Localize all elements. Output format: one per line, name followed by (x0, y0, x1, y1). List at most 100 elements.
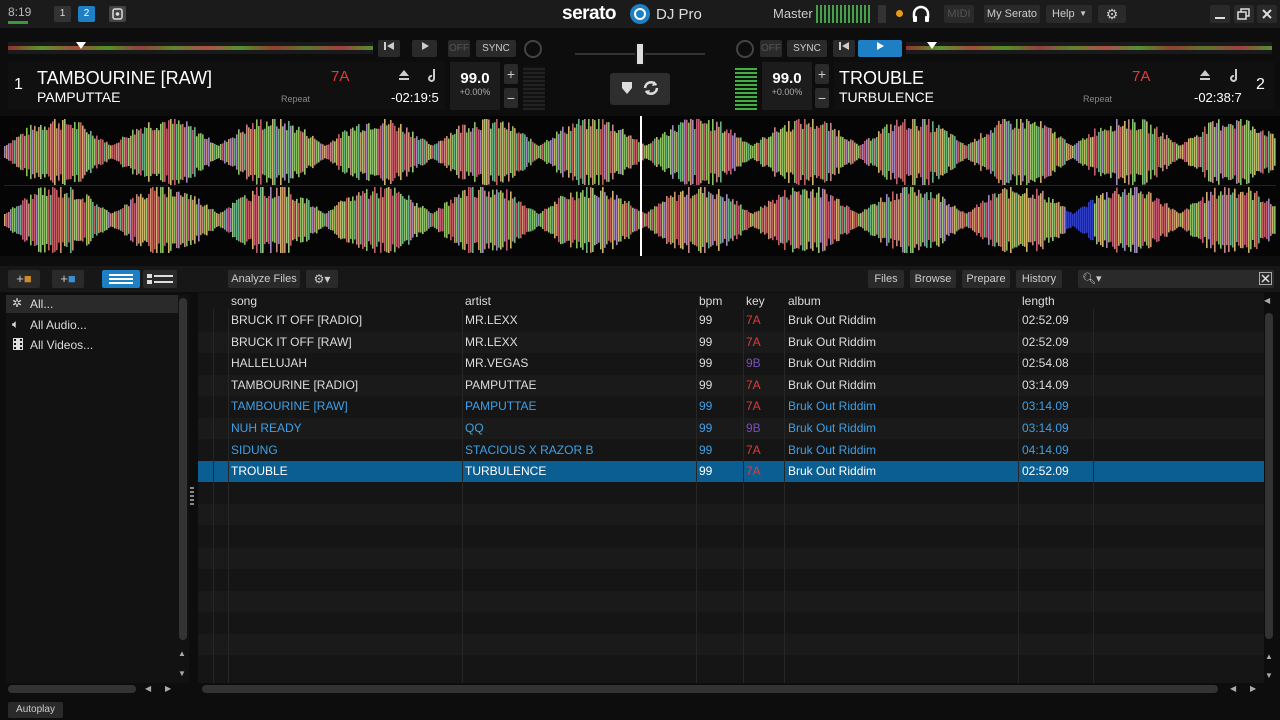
sidebar-scroll-right-icon[interactable]: ▶ (165, 684, 171, 693)
scroll-up-icon[interactable]: ▲ (178, 649, 186, 658)
waveform-bar (1064, 139, 1066, 165)
deck1-repeat-label[interactable]: Repeat (281, 94, 310, 104)
column-header-album[interactable]: album (788, 293, 821, 309)
deck2-playhead-marker[interactable] (926, 42, 937, 49)
deck2-off-button[interactable]: OFF (760, 40, 782, 57)
serato-logo-mark-icon (630, 4, 650, 24)
waveform-bar (646, 213, 648, 227)
waveform-bar (652, 209, 654, 231)
deck2-play-button[interactable] (858, 40, 902, 57)
scroll-down-icon[interactable]: ▼ (178, 669, 186, 678)
deck1-keylock-icon[interactable] (426, 68, 438, 85)
deck2-cue-button[interactable] (833, 40, 855, 57)
deck2-pitch-down-icon[interactable]: − (815, 88, 829, 108)
waveform-bar (1260, 131, 1262, 173)
add-smart-crate-button[interactable]: +■ (52, 270, 84, 288)
track-table-hscrollbar[interactable] (202, 685, 1218, 693)
tab-prepare[interactable]: Prepare (962, 270, 1010, 288)
sidebar-item-all-audio[interactable]: 🔈︎ All Audio... (6, 316, 178, 334)
column-options-icon[interactable]: ◀ (1264, 296, 1270, 305)
waveform-bar (488, 119, 490, 185)
track-table-scrollbar[interactable] (1265, 313, 1273, 639)
deck2-tempo-knob-icon[interactable] (736, 40, 754, 58)
library-settings-gear-icon[interactable]: ⚙▾ (306, 270, 338, 288)
table-scroll-left-icon[interactable]: ◀ (1230, 684, 1236, 693)
layout-button-2[interactable]: 2 (78, 6, 95, 22)
table-row[interactable]: TAMBOURINE [RAW] PAMPUTTAE 99 7A Bruk Out Ri… (198, 396, 1264, 417)
column-header-song[interactable]: song (231, 293, 257, 309)
restore-window-icon[interactable] (1234, 5, 1254, 23)
midi-button[interactable]: MIDI (944, 5, 974, 23)
waveform-bar (138, 130, 140, 174)
crossfader[interactable] (575, 40, 705, 68)
deck2-track-overview[interactable] (906, 42, 1272, 54)
crossfader-handle[interactable] (635, 42, 645, 66)
deck1-play-button[interactable] (412, 40, 437, 57)
table-row[interactable]: NUH READY QQ 99 9B Bruk Out Riddim 03:14.09 (198, 418, 1264, 439)
my-serato-button[interactable]: My Serato (984, 5, 1040, 23)
deck2-eject-icon[interactable] (1199, 69, 1211, 84)
layout-button-1[interactable]: 1 (54, 6, 71, 22)
column-header-key[interactable]: key (746, 293, 765, 309)
deck2-repeat-label[interactable]: Repeat (1083, 94, 1112, 104)
headphones-icon[interactable] (911, 4, 931, 27)
view-list-icon[interactable] (143, 270, 177, 288)
deck2-sync-button[interactable]: SYNC (787, 40, 827, 57)
sidebar-resize-handle[interactable] (190, 485, 194, 505)
deck1-eject-icon[interactable] (398, 69, 410, 84)
deck1-playhead-marker[interactable] (76, 42, 86, 49)
add-crate-button[interactable]: +■ (8, 270, 40, 288)
deck1-sync-button[interactable]: SYNC (476, 40, 516, 57)
sampler-fx-panel[interactable] (610, 73, 670, 105)
master-volume-slider[interactable] (878, 5, 886, 23)
waveform-bar (1006, 189, 1008, 251)
view-waveform-list-icon[interactable] (102, 270, 140, 288)
table-row[interactable]: BRUCK IT OFF [RADIO] MR.LEXX 99 7A Bruk Out … (198, 310, 1264, 331)
clear-search-icon[interactable] (1259, 272, 1272, 285)
waveform-bar (644, 213, 646, 227)
sidebar-item-all-videos[interactable]: All Videos... (6, 336, 178, 354)
table-scroll-right-icon[interactable]: ▶ (1250, 684, 1256, 693)
waveform-bar (458, 125, 460, 179)
table-row[interactable]: BRUCK IT OFF [RAW] MR.LEXX 99 7A Bruk Out Ri… (198, 331, 1264, 353)
waveform-bar (1034, 121, 1036, 183)
column-header-length[interactable]: length (1022, 293, 1055, 309)
help-button[interactable]: Help ▼ (1046, 5, 1092, 23)
column-header-artist[interactable]: artist (465, 293, 491, 309)
analyze-files-button[interactable]: Analyze Files (228, 270, 300, 288)
deck1-tempo-knob-icon[interactable] (524, 40, 542, 58)
waveform-bar (446, 201, 448, 239)
tab-history[interactable]: History (1016, 270, 1062, 288)
loop-sync-icon[interactable] (642, 79, 660, 100)
deck1-pitch-up-icon[interactable]: + (504, 64, 518, 84)
settings-gear-icon[interactable]: ⚙ (1098, 5, 1126, 23)
table-row[interactable]: TAMBOURINE [RADIO] PAMPUTTAE 99 7A Bruk Out … (198, 374, 1264, 396)
table-scroll-up-icon[interactable]: ▲ (1265, 652, 1273, 661)
waveform-bar (550, 140, 552, 164)
waveform-display[interactable] (0, 116, 1280, 256)
tab-files[interactable]: Files (868, 270, 904, 288)
deck2-pitch-up-icon[interactable]: + (815, 64, 829, 84)
minimize-window-icon[interactable] (1210, 5, 1230, 23)
close-window-icon[interactable] (1257, 5, 1277, 23)
deck1-pitch-down-icon[interactable]: − (504, 88, 518, 108)
sidebar-scrollbar[interactable] (179, 298, 187, 640)
panel-toggle-icon[interactable] (109, 6, 126, 22)
autoplay-button[interactable]: Autoplay (8, 702, 63, 718)
column-header-bpm[interactable]: bpm (699, 293, 722, 309)
deck2-keylock-icon[interactable] (1228, 68, 1240, 85)
sidebar-item-all[interactable]: ✲ All... (6, 295, 178, 313)
tab-browse[interactable]: Browse (910, 270, 956, 288)
deck1-cue-button[interactable] (378, 40, 400, 57)
sidebar-hscrollbar[interactable] (8, 685, 136, 693)
deck1-off-button[interactable]: OFF (448, 40, 470, 57)
shield-icon[interactable] (620, 80, 634, 99)
sidebar-scroll-left-icon[interactable]: ◀ (145, 684, 151, 693)
deck1-track-overview[interactable] (8, 42, 373, 54)
waveform-bar (214, 143, 216, 161)
table-row[interactable]: HALLELUJAH MR.VEGAS 99 9B Bruk Out Riddim 02:… (198, 353, 1264, 374)
table-row[interactable]: TROUBLE TURBULENCE 99 7A Bruk Out Riddim 02:5… (198, 461, 1264, 483)
table-row[interactable]: SIDUNG STACIOUS X RAZOR B 99 7A Bruk Out Rid… (198, 440, 1264, 461)
search-input[interactable] (1104, 271, 1254, 285)
table-scroll-down-icon[interactable]: ▼ (1265, 671, 1273, 680)
